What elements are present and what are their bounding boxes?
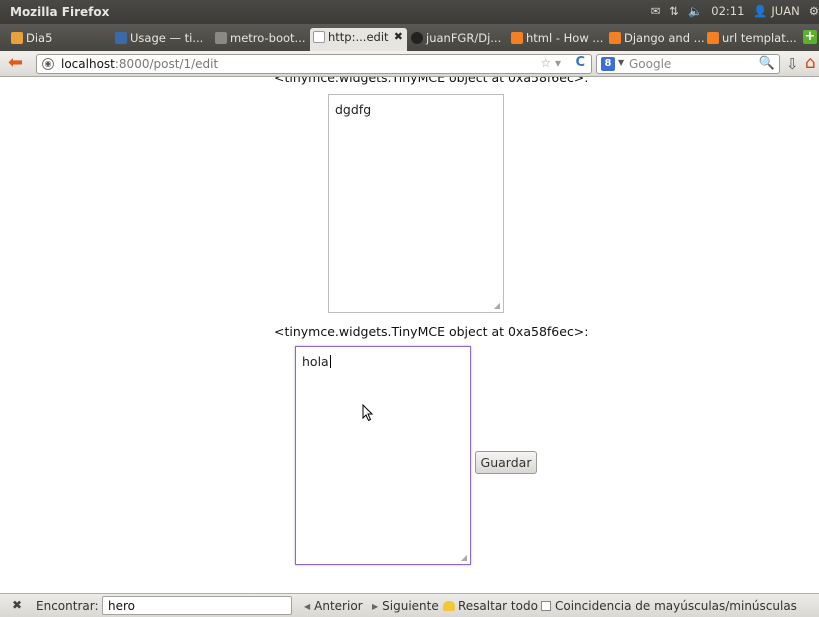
highlighter-icon <box>443 601 455 611</box>
back-button[interactable]: ⬅ <box>8 54 30 74</box>
blank-icon <box>215 32 227 44</box>
tab-github[interactable]: juanFGR/Dj... <box>408 29 506 49</box>
system-tray: ✉ ⇅ 🔈 02:11 👤 JUAN ⚙ <box>651 4 819 18</box>
home-icon[interactable]: ⌂ <box>805 53 816 73</box>
match-case-label: Coincidencia de mayúsculas/minúsculas <box>555 599 797 613</box>
tab-label: url templat... <box>722 31 797 45</box>
find-previous-button[interactable]: ◀ Anterior <box>304 599 363 613</box>
window-titlebar: Mozilla Firefox ✉ ⇅ 🔈 02:11 👤 JUAN ⚙ <box>0 0 819 24</box>
bookmark-star-icon[interactable]: ☆ ▾ <box>540 56 561 70</box>
network-icon[interactable]: ⇅ <box>669 4 679 18</box>
editor2-textarea[interactable]: hola ◢ <box>295 346 471 565</box>
tab-metro-boot[interactable]: metro-boot... <box>212 29 310 49</box>
triangle-left-icon: ◀ <box>304 602 311 611</box>
tab-active-edit[interactable]: http:...edit ✖ <box>310 28 407 51</box>
trello-icon <box>11 32 23 44</box>
find-label: Encontrar: <box>36 599 99 613</box>
find-next-label: Siguiente <box>382 599 439 613</box>
page-content: <tinymce.widgets.TinyMCE object at 0xa58… <box>0 77 819 593</box>
highlight-all-button[interactable]: Resaltar todo <box>443 599 538 613</box>
editor2-text-wrap: hola <box>302 354 331 369</box>
chevron-down-icon[interactable]: ▼ <box>618 58 624 67</box>
editor1-label: <tinymce.widgets.TinyMCE object at 0xa58… <box>274 77 589 85</box>
tab-html-how[interactable]: html - How ... <box>508 29 606 49</box>
tab-strip: Dia5 Usage — ti... metro-boot... http:..… <box>0 24 819 51</box>
search-input[interactable]: Google <box>629 57 671 71</box>
new-tab-button[interactable]: + <box>803 30 817 44</box>
user-menu[interactable]: 👤 JUAN <box>753 4 799 18</box>
github-icon <box>411 32 423 44</box>
tab-label: Django and ... <box>624 31 704 45</box>
editor1-text: dgdfg <box>335 102 372 117</box>
window-title: Mozilla Firefox <box>10 5 110 19</box>
resize-grip-icon[interactable]: ◢ <box>494 301 500 310</box>
page-icon <box>313 31 325 43</box>
tab-label: juanFGR/Dj... <box>426 31 502 45</box>
tab-label: Dia5 <box>26 31 53 45</box>
stackoverflow-icon <box>609 32 621 44</box>
tab-label: http:...edit <box>328 30 389 44</box>
user-icon: 👤 <box>753 4 768 18</box>
tab-label: html - How ... <box>526 31 604 45</box>
mouse-pointer-icon <box>362 404 374 422</box>
google-icon[interactable]: 8 <box>601 57 615 71</box>
highlight-all-label: Resaltar todo <box>458 599 538 613</box>
text-caret <box>329 355 331 368</box>
find-previous-label: Anterior <box>314 599 363 613</box>
doc-icon <box>115 32 127 44</box>
editor2-label: <tinymce.widgets.TinyMCE object at 0xa58… <box>274 324 589 339</box>
url-path: :8000/post/1/edit <box>114 57 219 71</box>
back-arrow-icon: ⬅ <box>8 52 24 73</box>
find-bar: ✖ Encontrar: hero ◀ Anterior ▶ Siguiente R… <box>0 593 819 617</box>
tab-label: Usage — ti... <box>130 31 204 45</box>
reload-icon[interactable]: C <box>575 55 585 70</box>
close-findbar-icon[interactable]: ✖ <box>12 598 22 612</box>
tab-usage[interactable]: Usage — ti... <box>112 29 212 49</box>
navigation-bar: ⬅ ◉ localhost:8000/post/1/edit ☆ ▾ C 8 ▼… <box>0 51 819 77</box>
download-icon[interactable]: ⇩ <box>786 55 799 73</box>
url-bar[interactable]: ◉ localhost:8000/post/1/edit ☆ ▾ C <box>36 54 592 74</box>
find-input[interactable]: hero <box>102 596 292 615</box>
match-case-checkbox[interactable]: Coincidencia de mayúsculas/minúsculas <box>541 599 797 613</box>
stackoverflow-icon <box>511 32 523 44</box>
url-text[interactable]: localhost:8000/post/1/edit <box>61 57 218 71</box>
clock[interactable]: 02:11 <box>711 4 744 18</box>
triangle-right-icon: ▶ <box>372 602 379 611</box>
tab-dia5[interactable]: Dia5 <box>8 29 112 49</box>
tab-label: metro-boot... <box>230 31 306 45</box>
tab-url-templat[interactable]: url templat... <box>704 29 800 49</box>
search-icon[interactable]: 🔍 <box>759 56 775 71</box>
site-identity-icon[interactable]: ◉ <box>42 58 54 70</box>
volume-icon[interactable]: 🔈 <box>688 4 702 18</box>
settings-gear-icon[interactable]: ⚙ <box>809 4 819 18</box>
url-host: localhost <box>61 57 115 71</box>
close-tab-icon[interactable]: ✖ <box>394 30 403 43</box>
editor1-textarea[interactable]: dgdfg ◢ <box>328 94 504 313</box>
search-bar[interactable]: 8 ▼ Google 🔍 <box>596 54 780 74</box>
stackoverflow-icon <box>707 32 719 44</box>
editor2-text: hola <box>302 354 329 369</box>
tab-django-and[interactable]: Django and ... <box>606 29 704 49</box>
save-button[interactable]: Guardar <box>475 451 537 474</box>
resize-grip-icon[interactable]: ◢ <box>461 553 467 562</box>
mail-icon[interactable]: ✉ <box>651 4 661 18</box>
find-next-button[interactable]: ▶ Siguiente <box>372 599 439 613</box>
checkbox-icon <box>541 601 551 611</box>
user-name: JUAN <box>771 4 800 18</box>
